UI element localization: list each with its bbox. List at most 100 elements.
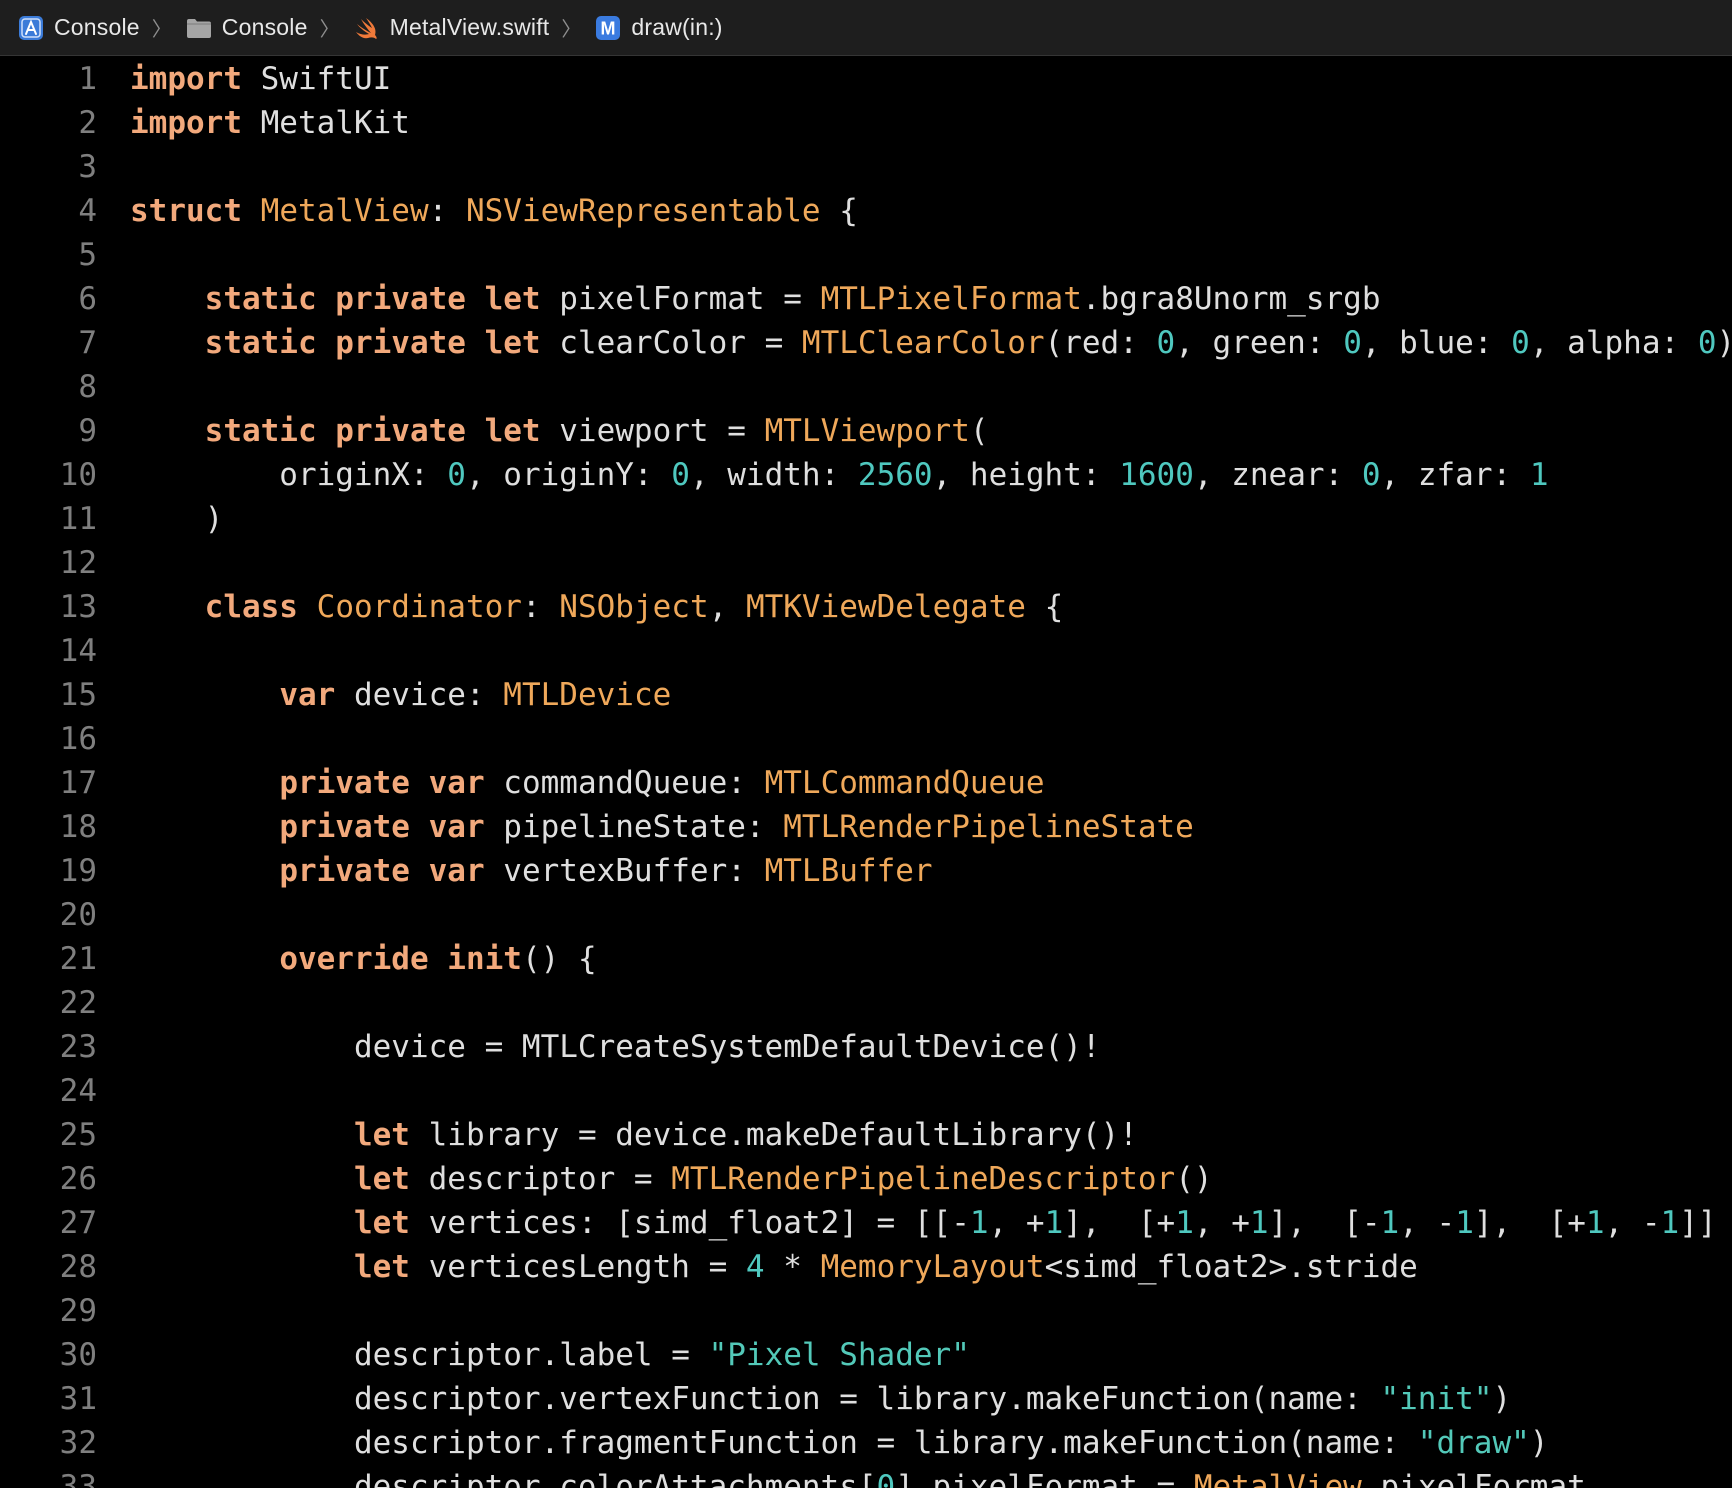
code-editor[interactable]: 1 import SwiftUI 2 import MetalKit 3 4 struct … <box>0 57 1732 1488</box>
code-token: "Pixel Shader" <box>708 1337 970 1373</box>
code-text: import SwiftUI <box>130 57 391 101</box>
code-line[interactable]: 21 override init() { <box>0 937 1732 981</box>
code-line[interactable]: 18 private var pipelineState: MTLRenderP… <box>0 805 1732 849</box>
code-line[interactable]: 11 ) <box>0 497 1732 541</box>
line-number: 7 <box>78 325 97 361</box>
code-token: let <box>353 1205 410 1241</box>
code-line[interactable]: 32 descriptor.fragmentFunction = library… <box>0 1421 1732 1465</box>
breadcrumb-item-method[interactable]: M draw(in:) <box>595 0 722 56</box>
code-token: ], [- <box>1268 1205 1381 1241</box>
code-token: class <box>204 589 298 625</box>
code-token: descriptor.vertexFunction = library.make… <box>130 1381 1381 1417</box>
code-line[interactable]: 16 <box>0 717 1732 761</box>
line-number: 3 <box>78 149 97 185</box>
line-number: 20 <box>59 897 97 933</box>
code-line[interactable]: 5 <box>0 233 1732 277</box>
breadcrumb-item-file[interactable]: MetalView.swift <box>354 0 550 56</box>
code-token: let <box>353 1249 410 1285</box>
code-token: "init" <box>1380 1381 1493 1417</box>
code-token: .pixelFormat <box>1361 1469 1586 1488</box>
line-number: 10 <box>59 457 97 493</box>
code-line[interactable]: 7 static private let clearColor = MTLCle… <box>0 321 1732 365</box>
code-line[interactable]: 28 let verticesLength = 4 * MemoryLayout… <box>0 1245 1732 1289</box>
code-text: static private let viewport = MTLViewpor… <box>130 409 989 453</box>
code-text: let descriptor = MTLRenderPipelineDescri… <box>130 1157 1213 1201</box>
code-token: MetalKit <box>241 105 410 141</box>
code-token: 0 <box>1156 325 1176 361</box>
breadcrumb-item-project[interactable]: Console <box>18 0 140 56</box>
code-token: () <box>1175 1161 1213 1197</box>
swift-icon <box>354 15 380 41</box>
code-line[interactable]: 4 struct MetalView: NSViewRepresentable { <box>0 189 1732 233</box>
code-line[interactable]: 22 <box>0 981 1732 1025</box>
code-line[interactable]: 8 <box>0 365 1732 409</box>
code-text: device = MTLCreateSystemDefaultDevice()! <box>130 1025 1101 1069</box>
code-line[interactable]: 23 device = MTLCreateSystemDefaultDevice… <box>0 1025 1732 1069</box>
code-token: 0 <box>876 1469 896 1488</box>
line-number: 9 <box>78 413 97 449</box>
code-line[interactable]: 26 let descriptor = MTLRenderPipelineDes… <box>0 1157 1732 1201</box>
code-line[interactable]: 20 <box>0 893 1732 937</box>
line-number: 25 <box>59 1117 97 1153</box>
code-token: * <box>764 1249 821 1285</box>
code-line[interactable]: 6 static private let pixelFormat = MTLPi… <box>0 277 1732 321</box>
code-line[interactable]: 33 descriptor.colorAttachments[0].pixelF… <box>0 1465 1732 1488</box>
code-line[interactable]: 19 private var vertexBuffer: MTLBuffer <box>0 849 1732 893</box>
code-token: (red: <box>1044 325 1157 361</box>
code-line[interactable]: 29 <box>0 1289 1732 1333</box>
line-number: 22 <box>59 985 97 1021</box>
code-token: "draw" <box>1417 1425 1530 1461</box>
code-token: , + <box>1193 1205 1250 1241</box>
code-line[interactable]: 13 class Coordinator: NSObject, MTKViewD… <box>0 585 1732 629</box>
code-line[interactable]: 1 import SwiftUI <box>0 57 1732 101</box>
code-line[interactable]: 14 <box>0 629 1732 673</box>
code-token: MemoryLayout <box>820 1249 1045 1285</box>
code-line[interactable]: 9 static private let viewport = MTLViewp… <box>0 409 1732 453</box>
code-line[interactable]: 2 import MetalKit <box>0 101 1732 145</box>
code-token: : <box>428 193 466 229</box>
code-token: descriptor.label = <box>130 1337 709 1373</box>
breadcrumb-item-folder[interactable]: Console <box>186 0 308 56</box>
code-line[interactable]: 24 <box>0 1069 1732 1113</box>
code-text: import MetalKit <box>130 101 410 145</box>
code-text: static private let pixelFormat = MTLPixe… <box>130 277 1381 321</box>
code-line[interactable]: 30 descriptor.label = "Pixel Shader" <box>0 1333 1732 1377</box>
code-text: struct MetalView: NSViewRepresentable { <box>130 189 858 233</box>
code-token: MTLDevice <box>503 677 672 713</box>
code-line[interactable]: 12 <box>0 541 1732 585</box>
code-line[interactable]: 3 <box>0 145 1732 189</box>
line-number: 14 <box>59 633 97 669</box>
code-token: descriptor.fragmentFunction = library.ma… <box>130 1425 1418 1461</box>
breadcrumb-label: Console <box>54 14 140 40</box>
code-line[interactable]: 15 var device: MTLDevice <box>0 673 1732 717</box>
folder-icon <box>186 15 212 41</box>
code-line[interactable]: 17 private var commandQueue: MTLCommandQ… <box>0 761 1732 805</box>
code-token: 0 <box>1343 325 1362 361</box>
code-token: ) <box>1529 1425 1549 1461</box>
code-line[interactable]: 10 originX: 0, originY: 0, width: 2560, … <box>0 453 1732 497</box>
code-token: MTLClearColor <box>801 325 1045 361</box>
code-token: ].pixelFormat = <box>895 1469 1194 1488</box>
code-token: 4 <box>745 1249 765 1285</box>
code-token: MetalView <box>1193 1469 1362 1488</box>
code-token: 1 <box>1249 1205 1269 1241</box>
code-token: 1 <box>1529 457 1549 493</box>
code-token: 0 <box>1697 325 1717 361</box>
code-line[interactable]: 25 let library = device.makeDefaultLibra… <box>0 1113 1732 1157</box>
code-token: MTLBuffer <box>764 853 933 889</box>
chevron-right-icon: 〉 <box>151 19 172 41</box>
code-token: vertexBuffer: <box>484 853 765 889</box>
code-line[interactable]: 27 let vertices: [simd_float2] = [[-1, +… <box>0 1201 1732 1245</box>
code-text: private var commandQueue: MTLCommandQueu… <box>130 761 1044 805</box>
code-token: NSViewRepresentable <box>465 193 821 229</box>
code-line[interactable]: 31 descriptor.vertexFunction = library.m… <box>0 1377 1732 1421</box>
code-token: () { <box>521 941 597 977</box>
breadcrumb-label: MetalView.swift <box>389 14 550 40</box>
line-number: 21 <box>59 941 97 977</box>
